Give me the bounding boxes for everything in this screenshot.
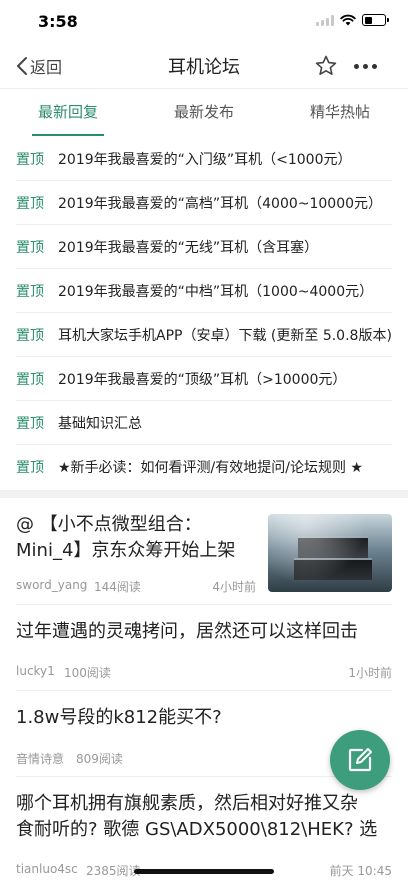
post-author: lucky1	[16, 664, 55, 678]
pinned-item[interactable]: 置顶 基础知识汇总	[16, 401, 392, 445]
compose-button[interactable]	[330, 730, 390, 790]
pinned-title: 2019年我最喜爱的“入门级”耳机（<1000元）	[58, 151, 352, 168]
status-icons	[316, 14, 389, 26]
pinned-title: 耳机大家坛手机APP（安卓）下载 (更新至 5.0.8版本)	[58, 327, 392, 344]
section-divider	[0, 490, 408, 498]
signal-icon	[316, 14, 334, 26]
pinned-item[interactable]: 置顶 2019年我最喜爱的“入门级”耳机（<1000元）	[16, 137, 392, 181]
tab-featured[interactable]: 精华热帖	[310, 101, 370, 122]
post-author: tianluo4sc	[16, 862, 78, 876]
pinned-tag: 置顶	[16, 327, 44, 344]
post-item[interactable]: @ 【小不点微型组合： Mini_4】京东众筹开始上架 sword_yang 1…	[16, 498, 392, 605]
pinned-item[interactable]: 置顶 2019年我最喜爱的“顶级”耳机（>10000元）	[16, 357, 392, 401]
pinned-item[interactable]: 置顶 ★新手必读：如何看评测/有效地提问/论坛规则 ★	[16, 445, 392, 489]
post-title-line: 哪个耳机拥有旗舰素质，然后相对好推又杂	[16, 793, 358, 814]
back-chevron-icon	[17, 57, 27, 75]
post-title-line: Mini_4】京东众筹开始上架	[16, 540, 236, 561]
post-meta: lucky1 100阅读 1小时前	[16, 664, 392, 682]
tab-latest-reply[interactable]: 最新回复	[38, 101, 98, 122]
pinned-title: 基础知识汇总	[58, 415, 142, 432]
post-title: @ 【小不点微型组合： Mini_4】京东众筹开始上架	[16, 512, 256, 564]
pinned-item[interactable]: 置顶 2019年我最喜爱的“中档”耳机（1000~4000元）	[16, 269, 392, 313]
nav-bar: 返回 耳机论坛	[0, 44, 408, 88]
back-button[interactable]: 返回	[16, 54, 62, 78]
tab-bar: 最新回复 最新发布 精华热帖	[0, 88, 408, 136]
status-bar: 3:58	[0, 0, 408, 44]
wifi-icon	[340, 14, 356, 26]
star-icon[interactable]	[314, 54, 338, 78]
pinned-title: 2019年我最喜爱的“高档”耳机（4000~10000元）	[58, 195, 383, 212]
post-item[interactable]: 过年遭遇的灵魂拷问，居然还可以这样回击 lucky1 100阅读 1小时前	[16, 605, 392, 691]
pinned-tag: 置顶	[16, 195, 44, 212]
pinned-tag: 置顶	[16, 239, 44, 256]
back-label: 返回	[30, 58, 63, 77]
pinned-title: 2019年我最喜爱的“顶级”耳机（>10000元）	[58, 371, 347, 388]
pinned-tag: 置顶	[16, 283, 44, 300]
post-time: 4小时前	[212, 580, 256, 594]
pinned-item[interactable]: 置顶 2019年我最喜爱的“高档”耳机（4000~10000元）	[16, 181, 392, 225]
post-reads: 2385阅读	[86, 864, 141, 878]
status-time: 3:58	[38, 12, 78, 31]
post-title: 哪个耳机拥有旗舰素质，然后相对好推又杂 食耐听的? 歌德 GS\ADX5000\…	[16, 791, 392, 843]
post-reads: 100阅读	[64, 666, 111, 680]
pinned-tag: 置顶	[16, 151, 44, 168]
post-meta: sword_yang 144阅读 4小时前	[16, 578, 256, 596]
post-title-line: @ 【小不点微型组合：	[16, 514, 202, 535]
home-indicator	[134, 869, 274, 874]
post-title: 1.8w号段的k812能买不?	[16, 707, 222, 728]
post-reads: 809阅读	[76, 752, 123, 766]
tab-active-indicator	[32, 134, 104, 136]
post-thumbnail	[268, 514, 392, 592]
pinned-tag: 置顶	[16, 371, 44, 388]
compose-icon	[348, 748, 372, 772]
post-author: 音情诗意	[16, 752, 65, 766]
post-author: sword_yang	[16, 578, 88, 592]
pinned-title: 2019年我最喜爱的“中档”耳机（1000~4000元）	[58, 283, 374, 300]
battery-icon	[362, 14, 389, 26]
pinned-tag: 置顶	[16, 460, 44, 476]
post-title: 过年遭遇的灵魂拷问，居然还可以这样回击	[16, 621, 358, 642]
tab-latest-post[interactable]: 最新发布	[174, 101, 234, 122]
post-time: 1小时前	[348, 666, 392, 680]
more-icon[interactable]	[354, 64, 377, 69]
post-feed: @ 【小不点微型组合： Mini_4】京东众筹开始上架 sword_yang 1…	[0, 498, 408, 883]
post-item[interactable]: 哪个耳机拥有旗舰素质，然后相对好推又杂 食耐听的? 歌德 GS\ADX5000\…	[16, 777, 392, 883]
pinned-list: 置顶 2019年我最喜爱的“入门级”耳机（<1000元） 置顶 2019年我最喜…	[0, 137, 408, 489]
post-title-line: 食耐听的? 歌德 GS\ADX5000\812\HEK? 选	[16, 819, 378, 840]
pinned-title: ★新手必读：如何看评测/有效地提问/论坛规则 ★	[58, 460, 363, 476]
pinned-title: 2019年我最喜爱的“无线”耳机（含耳塞）	[58, 239, 319, 256]
pinned-item[interactable]: 置顶 2019年我最喜爱的“无线”耳机（含耳塞）	[16, 225, 392, 269]
pinned-item[interactable]: 置顶 耳机大家坛手机APP（安卓）下载 (更新至 5.0.8版本)	[16, 313, 392, 357]
post-time: 前天 10:45	[329, 864, 392, 878]
post-reads: 144阅读	[94, 580, 141, 594]
pinned-tag: 置顶	[16, 415, 44, 432]
